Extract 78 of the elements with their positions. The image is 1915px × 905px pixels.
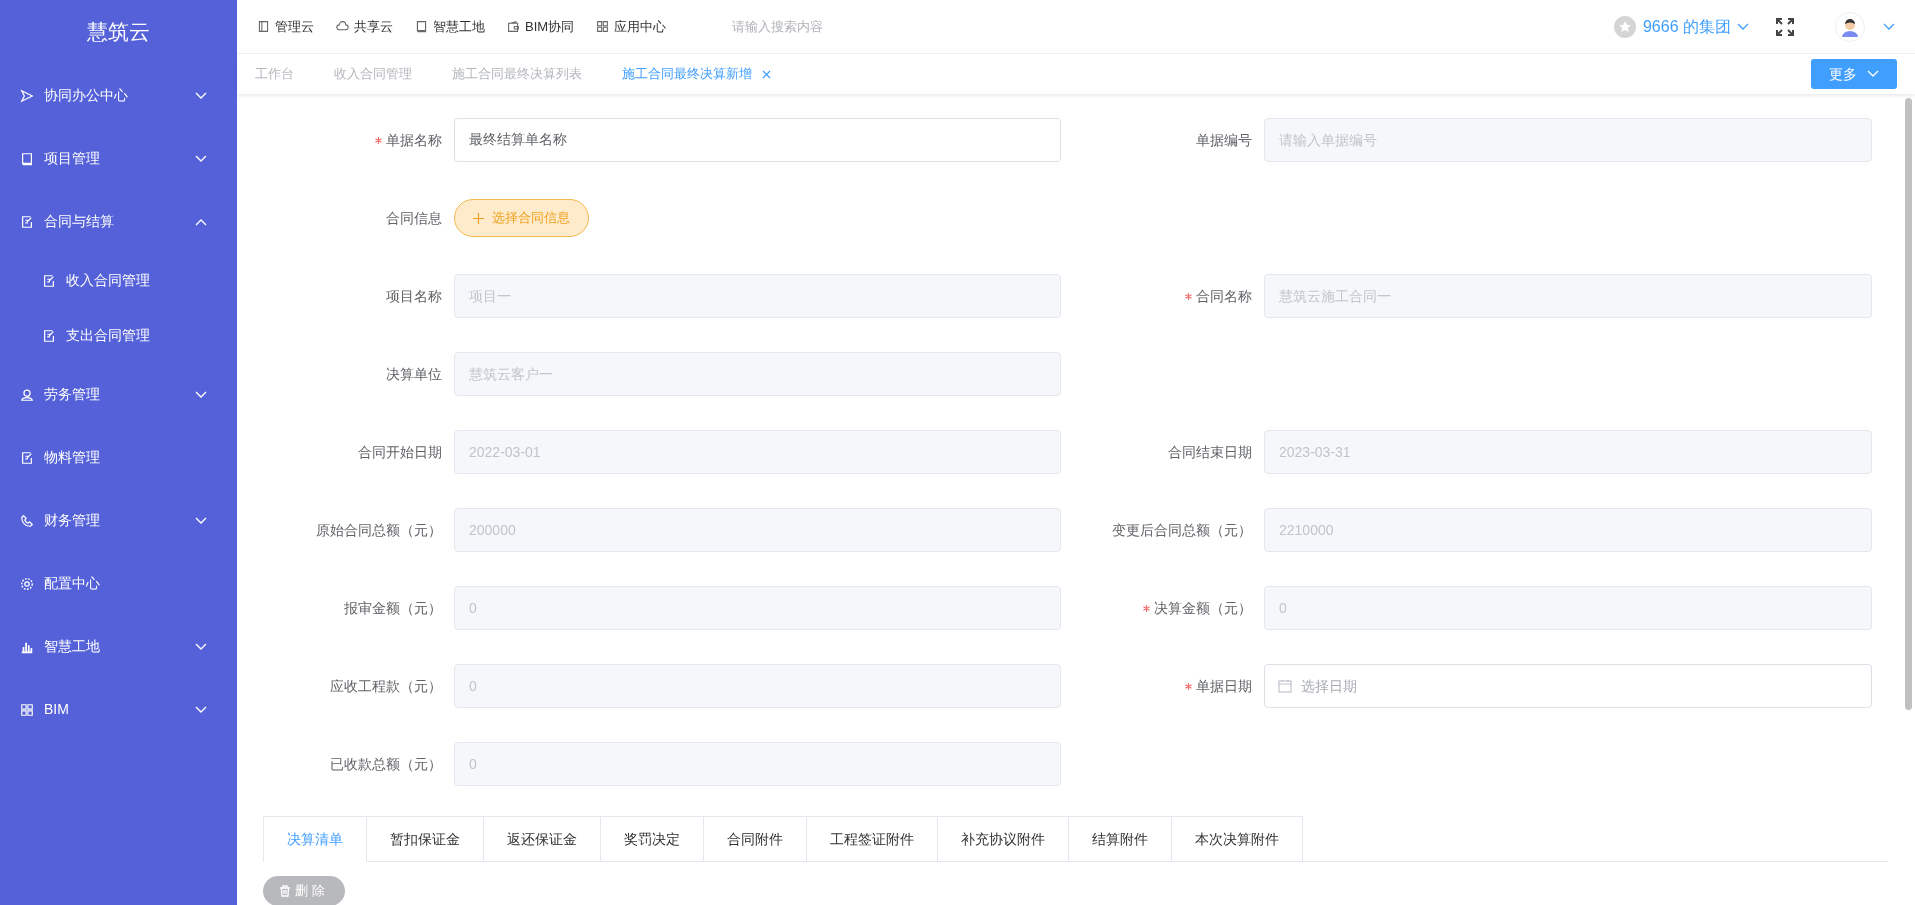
edit-icon: [20, 450, 34, 465]
chevron-down-icon: [1737, 22, 1749, 31]
detail-tab[interactable]: 返还保证金: [484, 816, 601, 862]
edit-icon: [42, 273, 56, 288]
sidebar-item[interactable]: 财务管理: [0, 489, 237, 552]
book-icon: [415, 20, 428, 33]
badge-icon: [1612, 14, 1637, 39]
chevron-down-icon: [195, 154, 207, 163]
top-nav-link[interactable]: 应用中心: [596, 16, 667, 37]
field-label: 变更后合同总额（元）: [1112, 520, 1252, 540]
field-label: 应收工程款（元）: [330, 676, 442, 696]
chevron-down-icon: [195, 516, 207, 525]
edit-icon: [42, 328, 56, 343]
page-tab[interactable]: 施工合同最终决算新增: [622, 64, 771, 84]
sidebar-item[interactable]: 配置中心: [0, 552, 237, 615]
detail-tab[interactable]: 暂扣保证金: [367, 816, 484, 862]
send-icon: [20, 88, 34, 103]
detail-tab[interactable]: 结算附件: [1069, 816, 1172, 862]
chevron-up-icon: [195, 217, 207, 226]
field-label: 决算单位: [386, 364, 442, 384]
sidebar-item[interactable]: 物料管理: [0, 426, 237, 489]
edit-icon: [20, 214, 34, 229]
plus-icon: [473, 212, 484, 224]
scrollbar[interactable]: [1905, 98, 1912, 710]
chevron-down-icon: [195, 642, 207, 651]
sidebar-item[interactable]: 项目管理: [0, 127, 237, 190]
sidebar-item[interactable]: 合同与结算: [0, 190, 237, 253]
grid-icon: [596, 20, 610, 33]
field-label: 已收款总额（元）: [330, 754, 442, 774]
chevron-down-icon: [195, 390, 207, 399]
sidebar-subitem[interactable]: 收入合同管理: [0, 253, 237, 308]
detail-tab[interactable]: 本次决算附件: [1172, 816, 1303, 862]
chevron-down-icon: [195, 705, 207, 714]
top-nav-link[interactable]: BIM协同: [507, 16, 575, 37]
field-label: 合同信息: [386, 208, 442, 228]
sidebar-item[interactable]: 智慧工地: [0, 615, 237, 678]
field-label: 合同结束日期: [1168, 442, 1252, 462]
trash-icon: [279, 885, 291, 897]
book-icon: [20, 151, 34, 166]
field-label: 合同开始日期: [358, 442, 442, 462]
input-field[interactable]: 最终结算单名称: [454, 118, 1061, 162]
grid-icon: [20, 702, 34, 717]
detail-tab[interactable]: 补充协议附件: [938, 816, 1069, 862]
organization-dropdown[interactable]: 9666 的集团: [1642, 14, 1749, 39]
top-nav-link[interactable]: 共享云: [336, 16, 393, 37]
cloud-icon: [336, 20, 349, 33]
close-icon[interactable]: [762, 69, 771, 79]
chevron-down-icon: [1867, 70, 1879, 78]
top-nav-link[interactable]: 管理云: [257, 16, 314, 37]
sidebar-item[interactable]: 劳务管理: [0, 363, 237, 426]
field-label: 单据编号: [1196, 130, 1252, 150]
detail-tab[interactable]: 工程签证附件: [807, 816, 938, 862]
field-label: 合同名称: [1196, 286, 1252, 306]
fullscreen-icon[interactable]: [1775, 16, 1795, 37]
avatar-icon[interactable]: [1835, 11, 1865, 42]
field-label: 报审金额（元）: [344, 598, 442, 618]
sidebar-subitem[interactable]: 支出合同管理: [0, 308, 237, 363]
detail-tab[interactable]: 奖罚决定: [601, 816, 704, 862]
top-nav-link[interactable]: 智慧工地: [415, 16, 485, 37]
chevron-down-icon: [195, 91, 207, 100]
field-label: 决算金额（元）: [1154, 598, 1252, 618]
panel-icon: [257, 20, 270, 33]
detail-tab[interactable]: 决算清单: [263, 816, 367, 862]
logo-text: 慧筑云: [87, 19, 150, 46]
field-label: 单据日期: [1196, 676, 1252, 696]
user-icon: [20, 387, 34, 402]
field-label: 项目名称: [386, 286, 442, 306]
date-field[interactable]: 选择日期: [1264, 664, 1872, 708]
wallet-icon: [507, 20, 520, 33]
more-button[interactable]: 更多: [1811, 59, 1897, 89]
sidebar-item[interactable]: 协同办公中心: [0, 64, 237, 127]
phone-icon: [20, 513, 34, 528]
field-label: 单据名称: [386, 130, 442, 150]
field-label: 原始合同总额（元）: [316, 520, 442, 540]
settings-icon: [20, 576, 34, 591]
detail-tab[interactable]: 合同附件: [704, 816, 807, 862]
sidebar-item[interactable]: BIM: [0, 678, 237, 741]
chevron-down-icon[interactable]: [1883, 22, 1895, 31]
